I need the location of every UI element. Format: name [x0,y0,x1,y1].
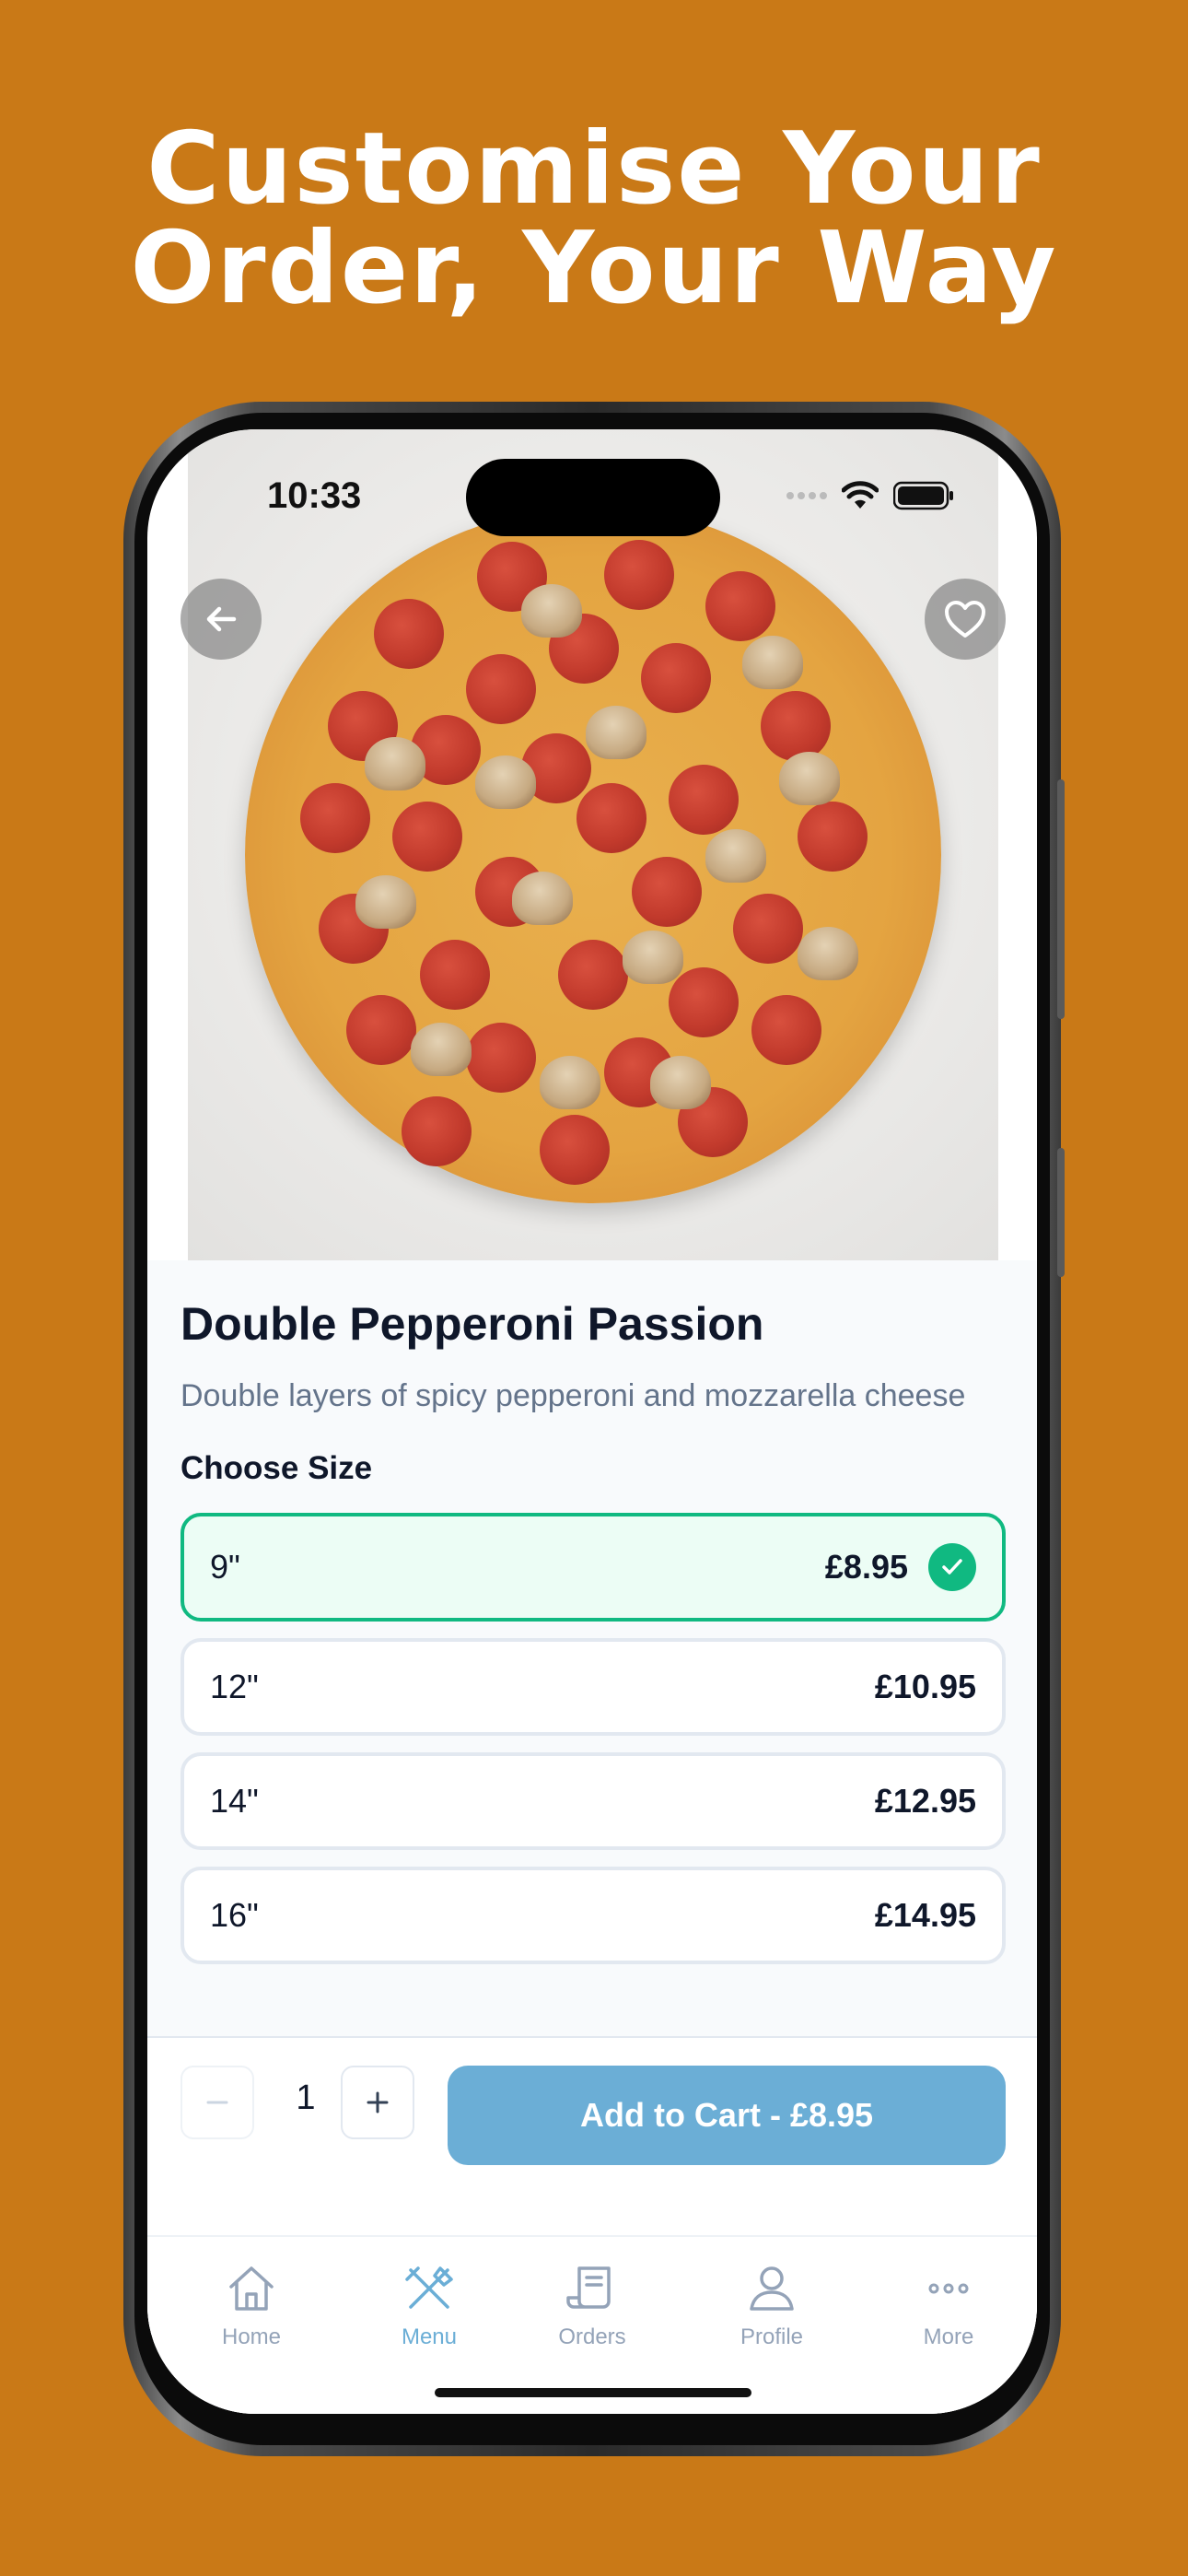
tab-label: Menu [401,2324,458,2349]
mushroom [623,931,683,984]
pepperoni [392,802,462,872]
pepperoni [705,571,775,641]
size-label: 9" [210,1548,240,1586]
arrow-left-icon [206,606,237,632]
tab-label: Profile [740,2324,804,2349]
phone-screen: 10:33 Double Pepperoni Passion Double la… [147,429,1037,2414]
wifi-icon [842,481,879,509]
marketing-headline: Customise Your Order, Your Way [0,120,1188,319]
heart-icon [945,601,985,638]
plus-icon [367,2091,389,2113]
product-name: Double Pepperoni Passion [181,1298,764,1350]
status-time: 10:33 [267,475,362,516]
size-option-12[interactable]: 12" £10.95 [181,1638,1006,1736]
size-price: £10.95 [874,1668,976,1705]
mushroom [521,584,582,638]
signal-dots-icon [783,487,827,504]
tab-label: Orders [558,2324,626,2349]
tab-orders[interactable]: Orders [528,2265,657,2350]
tab-label: More [923,2324,974,2349]
mushroom [512,872,573,925]
pepperoni [761,691,831,761]
headline-line-1: Customise Your [146,111,1042,227]
add-to-cart-bar: 1 Add to Cart - £8.95 [147,2038,1037,2239]
choose-size-label: Choose Size [181,1450,373,1486]
utensils-icon [405,2266,453,2309]
pepperoni [798,802,868,872]
mushroom [411,1023,472,1076]
pepperoni [402,1096,472,1166]
mushroom [705,829,766,883]
size-label: 16" [210,1896,259,1934]
mushroom [779,752,840,805]
home-indicator [435,2388,751,2397]
tab-home[interactable]: Home [187,2265,316,2350]
tab-label: Home [221,2324,282,2349]
size-option-9[interactable]: 9" £8.95 [181,1513,1006,1622]
headline-line-2: Order, Your Way [130,211,1058,326]
size-label: 14" [210,1782,259,1820]
pepperoni [577,783,646,853]
minus-icon [206,2101,228,2104]
pepperoni [300,783,370,853]
status-icons [783,481,954,510]
back-button[interactable] [181,579,262,660]
pepperoni [466,654,536,724]
size-label: 12" [210,1668,259,1705]
mushroom [586,706,646,759]
decrement-button[interactable] [181,2066,254,2139]
pepperoni [733,894,803,964]
battery-icon [893,481,953,510]
mushroom [355,875,416,929]
user-icon [750,2266,794,2311]
pepperoni [669,765,739,835]
pepperoni [466,1023,536,1093]
quantity-value: 1 [296,2078,316,2117]
size-option-16[interactable]: 16" £14.95 [181,1867,1006,1964]
pepperoni [346,995,416,1065]
mushroom [365,737,425,790]
phone-side-button [1057,1148,1065,1277]
increment-button[interactable] [341,2066,414,2139]
tab-more[interactable]: More [884,2265,1013,2350]
size-price: £12.95 [874,1782,976,1820]
pepperoni [632,857,702,927]
pepperoni [420,940,490,1010]
mushroom [742,636,803,689]
favorite-button[interactable] [925,579,1006,660]
size-price: £14.95 [874,1896,976,1934]
mushroom [798,927,858,980]
size-option-14[interactable]: 14" £12.95 [181,1752,1006,1850]
tab-profile[interactable]: Profile [707,2265,836,2350]
tab-menu[interactable]: Menu [365,2265,494,2350]
tab-bar: Home Menu Orders Profile More [147,2235,1037,2414]
mushroom [540,1056,600,1109]
add-to-cart-button[interactable]: Add to Cart - £8.95 [448,2066,1006,2165]
product-description: Double layers of spicy pepperoni and moz… [181,1378,966,1413]
pepperoni [669,967,739,1037]
pizza-image [245,507,941,1203]
receipt-icon [566,2266,611,2309]
pepperoni [540,1115,610,1185]
dynamic-island [466,459,720,536]
product-hero-image [188,429,998,1260]
pepperoni [604,540,674,610]
mushroom [650,1056,711,1109]
home-icon [229,2266,274,2311]
phone-side-button [1057,779,1065,1019]
pepperoni [751,995,821,1065]
check-circle-icon [928,1543,976,1591]
mushroom [475,755,536,809]
more-dots-icon [928,2283,969,2294]
pepperoni [558,940,628,1010]
pepperoni [641,643,711,713]
size-price: £8.95 [824,1548,908,1586]
pepperoni [374,599,444,669]
